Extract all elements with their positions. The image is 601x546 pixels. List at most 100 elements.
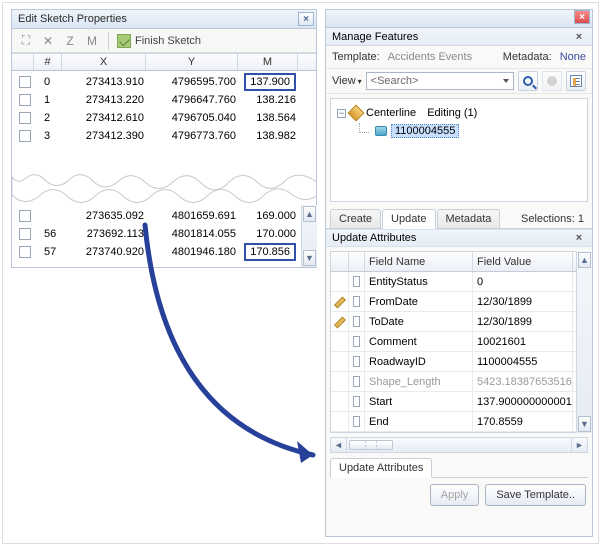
col-x[interactable]: X	[62, 54, 146, 70]
cell-y: 4796647.760	[148, 94, 240, 106]
col-y[interactable]: Y	[146, 54, 238, 70]
field-value[interactable]: 170.8559	[473, 412, 573, 431]
sketch-tool-icon[interactable]: ⛶	[18, 33, 34, 49]
field-value[interactable]: 10021601	[473, 332, 573, 351]
vertical-scrollbar[interactable]: ▲ ▼	[301, 205, 317, 267]
row-checkbox[interactable]	[19, 130, 31, 142]
tab-create[interactable]: Create	[330, 209, 381, 228]
list-mode-button[interactable]	[566, 71, 586, 91]
cell-m: 138.564	[240, 112, 300, 124]
table-row[interactable]: 0273413.9104796595.700137.900	[14, 73, 306, 91]
delete-icon[interactable]: ✕	[40, 33, 56, 49]
cell-m: 170.856	[240, 243, 300, 261]
row-checkbox[interactable]	[353, 316, 360, 327]
attribute-row[interactable]: FromDate12/30/1899	[331, 292, 587, 312]
attribute-row[interactable]: ToDate12/30/1899	[331, 312, 587, 332]
row-checkbox[interactable]	[19, 210, 31, 222]
cell-index: 0	[36, 76, 64, 88]
cell-y: 4801946.180	[148, 246, 240, 258]
collapse-icon[interactable]: ×	[572, 30, 586, 44]
search-button[interactable]	[518, 71, 538, 91]
scroll-down-icon[interactable]: ▼	[303, 250, 316, 266]
layer-name[interactable]: Centerline	[366, 107, 416, 119]
col-field-value[interactable]: Field Value	[473, 252, 573, 271]
m-tool[interactable]: M	[84, 33, 100, 49]
collapse-icon[interactable]: ×	[572, 231, 586, 245]
scroll-left-icon[interactable]: ◄	[331, 438, 347, 452]
attribute-row[interactable]: RoadwayID1100004555	[331, 352, 587, 372]
attribute-row[interactable]: End170.8559	[331, 412, 587, 432]
horizontal-scrollbar[interactable]: ◄ ⋮⋮ ►	[330, 437, 588, 453]
row-checkbox[interactable]	[353, 376, 360, 387]
table-row[interactable]: 1273413.2204796647.760138.216	[14, 91, 306, 109]
cell-x: 273740.920	[64, 246, 148, 258]
row-checkbox[interactable]	[353, 276, 360, 287]
row-checkbox[interactable]	[353, 396, 360, 407]
tab-metadata[interactable]: Metadata	[437, 209, 501, 228]
collapse-node-icon[interactable]: −	[337, 109, 346, 118]
left-title: Edit Sketch Properties	[18, 13, 127, 25]
z-tool[interactable]: Z	[62, 33, 78, 49]
row-checkbox[interactable]	[353, 296, 360, 307]
field-value[interactable]: 12/30/1899	[473, 312, 573, 331]
feature-id-selected[interactable]: 1100004555	[391, 124, 459, 138]
field-value[interactable]: 5423.18387653516	[473, 372, 573, 391]
field-value[interactable]: 137.900000000001	[473, 392, 573, 411]
cell-m: 138.216	[240, 94, 300, 106]
table-row[interactable]: 56273692.1134801814.055170.000	[14, 225, 306, 243]
row-checkbox[interactable]	[19, 94, 31, 106]
metadata-value-link[interactable]: None	[560, 51, 586, 63]
button-row: Apply Save Template..	[326, 478, 592, 512]
attribute-row[interactable]: Start137.900000000001	[331, 392, 587, 412]
field-value[interactable]: 0	[473, 272, 573, 291]
finish-sketch-icon	[117, 34, 131, 48]
table-row[interactable]: 57273740.9204801946.180170.856	[14, 243, 306, 261]
pencil-icon	[335, 296, 344, 308]
left-titlebar[interactable]: Edit Sketch Properties ×	[12, 10, 316, 29]
search-input[interactable]: <Search>	[366, 72, 514, 90]
table-row[interactable]: 2273412.6104796705.040138.564	[14, 109, 306, 127]
row-checkbox[interactable]	[19, 246, 31, 258]
close-icon[interactable]: ×	[574, 10, 590, 24]
row-checkbox[interactable]	[19, 76, 31, 88]
field-value[interactable]: 12/30/1899	[473, 292, 573, 311]
scroll-thumb[interactable]: ⋮⋮	[349, 440, 393, 450]
save-template-button[interactable]: Save Template..	[485, 484, 586, 506]
finish-sketch-button[interactable]: Finish Sketch	[117, 34, 201, 48]
tab-update-attributes[interactable]: Update Attributes	[330, 458, 432, 478]
field-name: EntityStatus	[365, 272, 473, 291]
view-dropdown[interactable]: View ▾	[332, 75, 362, 87]
scroll-up-icon[interactable]: ▲	[578, 252, 591, 268]
col-num[interactable]: #	[34, 54, 62, 70]
row-checkbox[interactable]	[19, 228, 31, 240]
scroll-right-icon[interactable]: ►	[571, 438, 587, 452]
cell-x: 273412.390	[64, 130, 148, 142]
row-checkbox[interactable]	[353, 416, 360, 427]
attribute-row[interactable]: EntityStatus0	[331, 272, 587, 292]
update-attributes-title: Update Attributes	[332, 232, 416, 244]
tab-update[interactable]: Update	[382, 209, 435, 229]
row-checkbox[interactable]	[353, 336, 360, 347]
cell-m: 170.000	[240, 228, 300, 240]
template-row: Template: Accidents Events Metadata: Non…	[326, 46, 592, 68]
feature-tree[interactable]: − Centerline Editing (1) 1100004555	[330, 98, 588, 202]
apply-button[interactable]: Apply	[430, 484, 480, 506]
right-headbar[interactable]: ×	[326, 10, 592, 28]
scroll-up-icon[interactable]: ▲	[303, 206, 316, 222]
attribute-row[interactable]: Shape_Length5423.18387653516	[331, 372, 587, 392]
table-row[interactable]: 3273412.3904796773.760138.982	[14, 127, 306, 145]
cell-y: 4801659.691	[148, 210, 240, 222]
col-field-name[interactable]: Field Name	[365, 252, 473, 271]
field-name: FromDate	[365, 292, 473, 311]
feature-node-icon	[375, 126, 387, 136]
field-value[interactable]: 1100004555	[473, 352, 573, 371]
attribute-row[interactable]: Comment10021601	[331, 332, 587, 352]
row-checkbox[interactable]	[353, 356, 360, 367]
row-checkbox[interactable]	[19, 112, 31, 124]
col-m[interactable]: M	[238, 54, 298, 70]
vertical-scrollbar[interactable]: ▲ ▼	[576, 251, 592, 433]
scroll-down-icon[interactable]: ▼	[578, 416, 591, 432]
close-icon[interactable]: ×	[298, 12, 314, 26]
manage-features-titlebar: Manage Features ×	[326, 28, 592, 46]
table-row[interactable]: 273635.0924801659.691169.000	[14, 207, 306, 225]
